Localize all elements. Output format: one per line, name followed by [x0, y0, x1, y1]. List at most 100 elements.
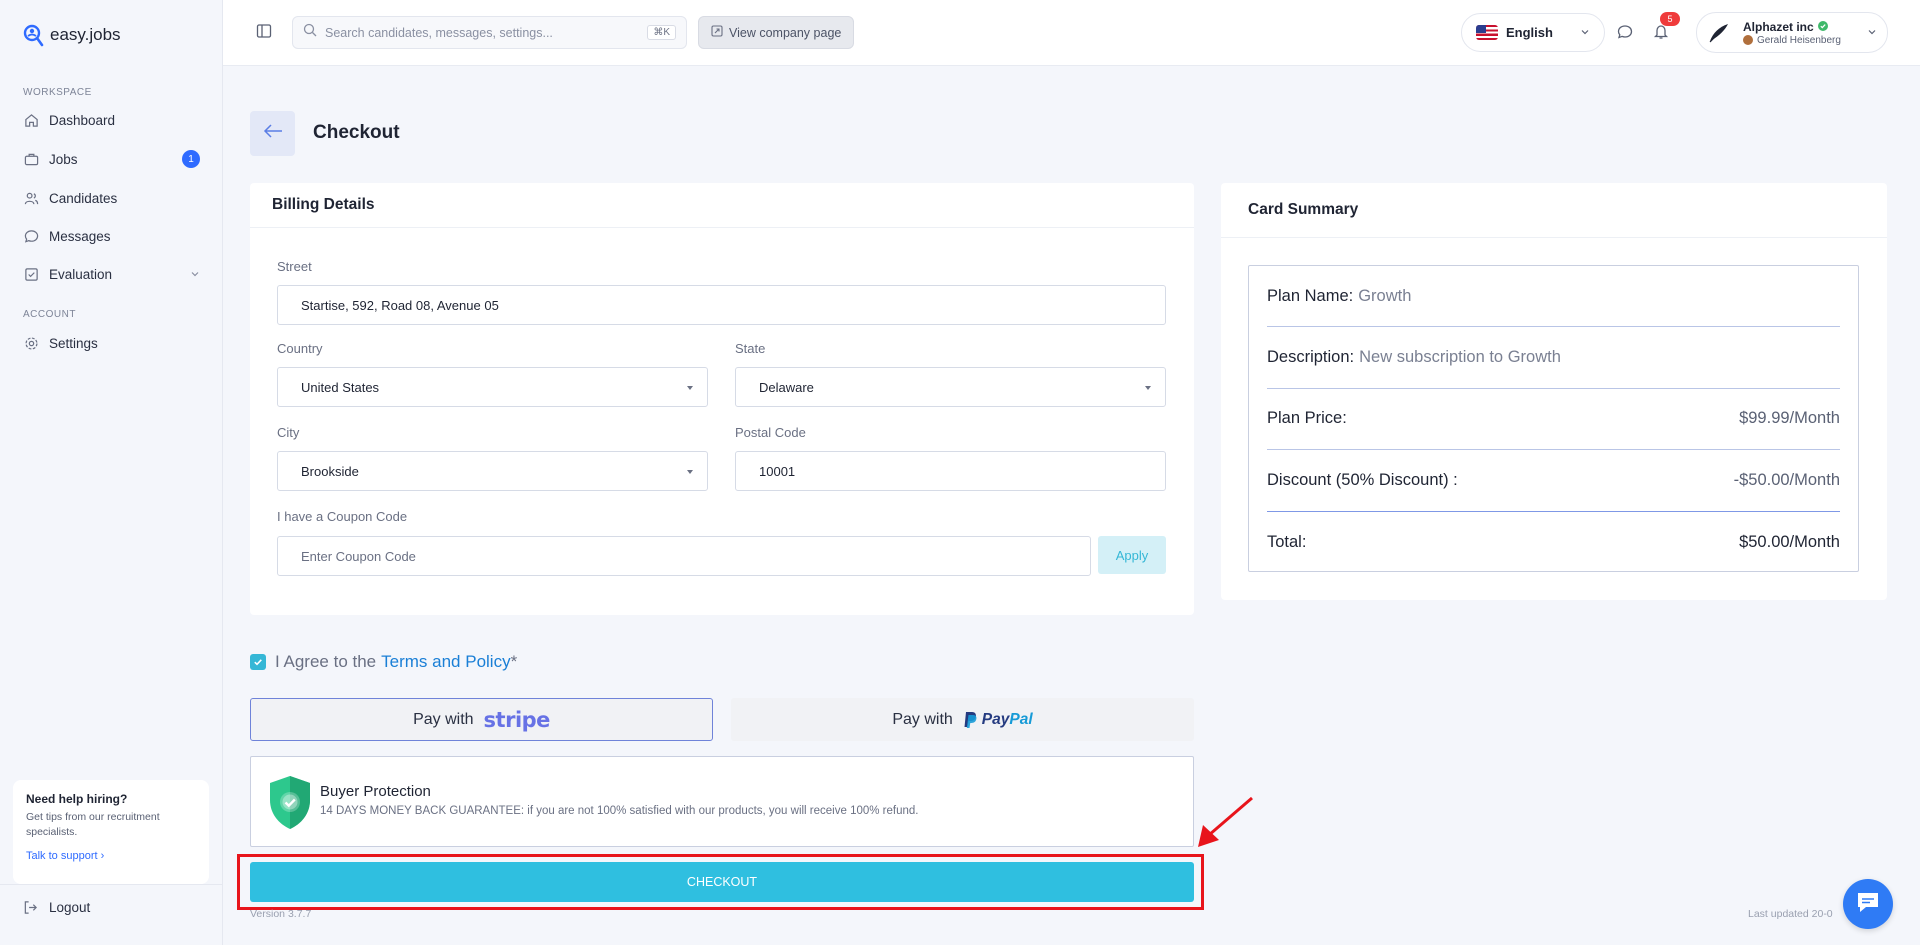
- company-name: Alphazet inc: [1743, 19, 1814, 34]
- logout-icon: [23, 900, 39, 915]
- app-logo[interactable]: easy.jobs: [22, 22, 121, 48]
- arrow-left-icon: [263, 124, 283, 143]
- paypal-pay-text: Pay: [981, 710, 1010, 728]
- easyjobs-logo-icon: [23, 24, 44, 47]
- apply-coupon-button[interactable]: Apply: [1098, 536, 1166, 574]
- checklist-icon: [23, 266, 39, 282]
- chat-icon: [1855, 890, 1881, 919]
- support-chat-button[interactable]: [1843, 879, 1893, 929]
- country-select[interactable]: United States: [277, 367, 708, 407]
- apply-label: Apply: [1115, 547, 1149, 563]
- sidebar-item-jobs[interactable]: Jobs 1: [23, 147, 200, 171]
- topbar: ⌘K View company page English 5 Alphazet …: [223, 0, 1920, 66]
- checkout-button[interactable]: CHECKOUT: [250, 862, 1194, 902]
- sidebar-item-candidates[interactable]: Candidates: [23, 186, 200, 210]
- app-name: easy.jobs: [50, 25, 121, 44]
- buyer-protection-title: Buyer Protection: [320, 783, 431, 800]
- plan-name-label: Plan Name:: [1267, 286, 1354, 305]
- coupon-field[interactable]: [277, 536, 1091, 576]
- discount-label: Discount (50% Discount) :: [1267, 470, 1458, 489]
- state-select[interactable]: Delaware: [735, 367, 1166, 407]
- last-updated-text: Last updated 20-0: [1748, 908, 1833, 920]
- billing-details-card: Billing Details Street Startise, 592, Ro…: [250, 183, 1194, 615]
- sidebar-item-evaluation[interactable]: Evaluation: [23, 262, 200, 286]
- pay-with-paypal-button[interactable]: Pay with Pay Pal: [731, 698, 1194, 741]
- sidebar-divider: [0, 884, 222, 885]
- sidebar-item-settings[interactable]: Settings: [23, 331, 200, 355]
- search-input[interactable]: [325, 25, 645, 40]
- city-label: City: [277, 425, 300, 440]
- back-button[interactable]: [250, 111, 295, 156]
- sidebar-toggle-icon[interactable]: [256, 23, 272, 44]
- billing-details-title: Billing Details: [250, 183, 1194, 228]
- terms-agreement: I Agree to the Terms and Policy *: [250, 652, 517, 672]
- workspace-section-label: WORKSPACE: [23, 87, 92, 98]
- caret-down-icon: [1145, 386, 1151, 390]
- stripe-logo: stripe: [483, 707, 551, 732]
- agree-text: I Agree to the: [275, 652, 377, 671]
- street-field[interactable]: Startise, 592, Road 08, Avenue 05: [277, 285, 1166, 325]
- summary-row-total: Total: $50.00/Month: [1267, 512, 1840, 573]
- country-value: United States: [301, 379, 380, 395]
- view-company-label: View company page: [729, 25, 842, 40]
- talk-to-support-link[interactable]: Talk to support ›: [26, 850, 104, 862]
- chevron-right-icon: ›: [100, 850, 105, 862]
- account-menu[interactable]: Alphazet inc Gerald Heisenberg: [1696, 12, 1888, 53]
- external-link-icon: [711, 25, 723, 40]
- chevron-down-icon: [190, 267, 200, 282]
- country-label: Country: [277, 341, 323, 356]
- logout-label: Logout: [49, 900, 91, 915]
- terms-checkbox[interactable]: [250, 654, 266, 670]
- shield-check-icon: [268, 775, 312, 835]
- postal-code-field[interactable]: 10001: [735, 451, 1166, 491]
- summary-row-description: Description: New subscription to Growth: [1267, 327, 1840, 389]
- plan-name-value: Growth: [1358, 286, 1412, 305]
- view-company-page-button[interactable]: View company page: [698, 16, 855, 49]
- street-label: Street: [277, 259, 312, 274]
- sidebar-item-dashboard[interactable]: Dashboard: [23, 108, 200, 132]
- user-avatar: [1743, 35, 1753, 45]
- messages-icon[interactable]: [1617, 24, 1633, 45]
- pay-with-stripe-button[interactable]: Pay with stripe: [250, 698, 713, 741]
- chevron-down-icon: [1867, 24, 1877, 42]
- summary-box: Plan Name: Growth Description: New subsc…: [1248, 265, 1859, 572]
- version-text: Version 3.7.7: [250, 908, 312, 920]
- card-summary-card: Card Summary Plan Name: Growth Descripti…: [1221, 183, 1887, 600]
- home-icon: [23, 112, 39, 128]
- search-bar[interactable]: ⌘K: [292, 16, 687, 49]
- state-label: State: [735, 341, 766, 356]
- caret-down-icon: [687, 386, 693, 390]
- sidebar-item-messages[interactable]: Messages: [23, 224, 200, 248]
- help-card: Need help hiring? Get tips from our recr…: [13, 780, 209, 884]
- bell-icon[interactable]: [1653, 23, 1669, 45]
- search-icon: [303, 23, 317, 42]
- paypal-logo: Pay Pal: [963, 711, 1033, 729]
- card-summary-title: Card Summary: [1221, 183, 1887, 238]
- us-flag-icon: [1476, 25, 1498, 40]
- chevron-down-icon: [1580, 25, 1590, 40]
- briefcase-icon: [23, 151, 39, 167]
- checkmark-icon: [254, 659, 262, 666]
- sidebar-item-label: Jobs: [49, 151, 78, 167]
- postal-code-label: Postal Code: [735, 425, 806, 440]
- terms-and-policy-link[interactable]: Terms and Policy: [381, 652, 510, 672]
- talk-to-support-label: Talk to support: [26, 850, 98, 862]
- logout-button[interactable]: Logout: [23, 900, 90, 915]
- language-selector[interactable]: English: [1461, 13, 1605, 52]
- state-value: Delaware: [759, 379, 814, 395]
- page-title: Checkout: [313, 122, 400, 143]
- street-value: Startise, 592, Road 08, Avenue 05: [301, 297, 499, 313]
- city-select[interactable]: Brookside: [277, 451, 708, 491]
- coupon-input[interactable]: [301, 548, 1067, 564]
- description-value: New subscription to Growth: [1359, 348, 1561, 367]
- required-asterisk: *: [510, 652, 518, 671]
- checkout-label: CHECKOUT: [686, 875, 758, 889]
- summary-row-plan-name: Plan Name: Growth: [1267, 266, 1840, 328]
- sidebar-item-label: Messages: [49, 228, 111, 244]
- summary-row-discount: Discount (50% Discount) : -$50.00/Month: [1267, 450, 1840, 512]
- sidebar-item-label: Candidates: [49, 190, 118, 206]
- total-value: $50.00/Month: [1739, 532, 1840, 551]
- summary-row-plan-price: Plan Price: $99.99/Month: [1267, 389, 1840, 451]
- help-text: Get tips from our recruitment specialist…: [26, 811, 160, 838]
- plan-price-label: Plan Price:: [1267, 409, 1347, 428]
